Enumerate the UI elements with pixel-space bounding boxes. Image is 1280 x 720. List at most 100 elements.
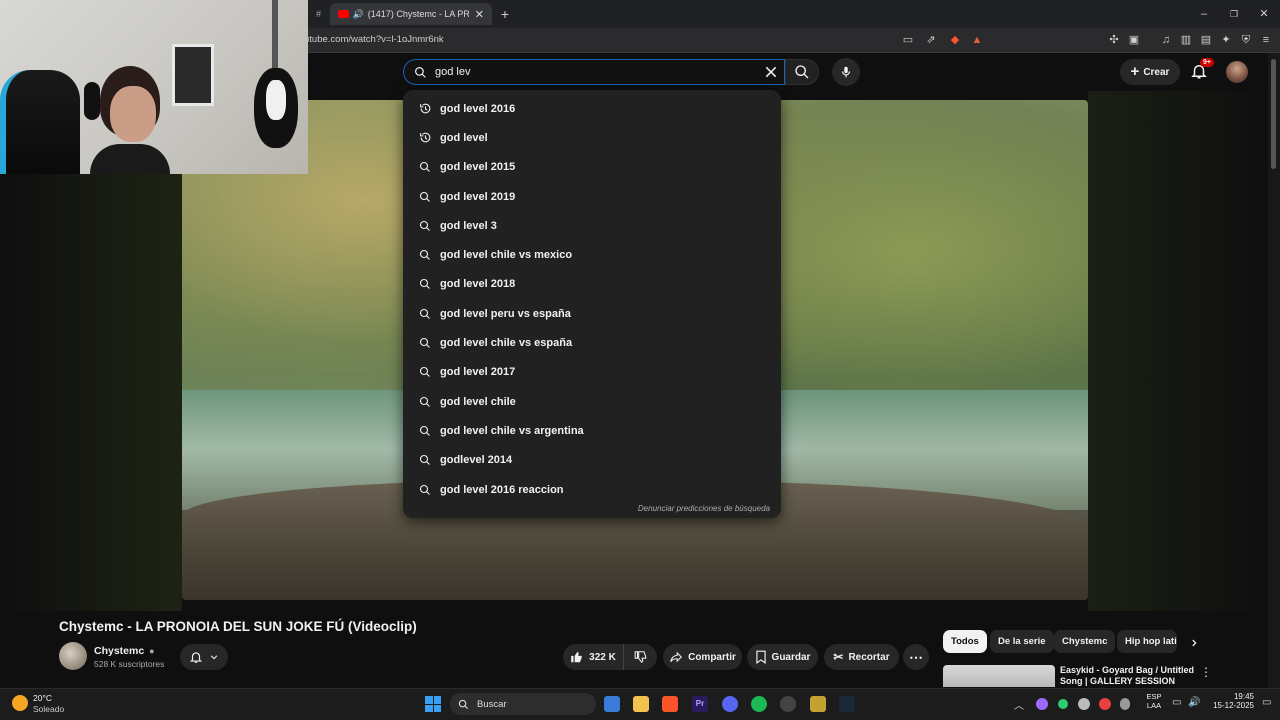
notification-center-icon[interactable]: ▭	[1262, 697, 1271, 708]
search-input[interactable]	[435, 66, 755, 78]
weather-widget[interactable]: 20°C Soleado	[12, 692, 72, 716]
brave-shields-icon[interactable]: ◆	[949, 34, 961, 46]
bookmark-icon	[755, 650, 767, 664]
language-indicator[interactable]: ESP LAA	[1142, 692, 1166, 710]
search-icon	[418, 190, 432, 204]
clock[interactable]: 19:45 15-12-2025	[1206, 692, 1254, 710]
chip-hiphop[interactable]: Hip hop lati	[1117, 630, 1177, 653]
volume-icon[interactable]: 🔊	[1188, 697, 1200, 708]
tray-status-icon[interactable]	[1058, 699, 1068, 709]
suggestion-item[interactable]: god level 2016 reaccion	[403, 475, 781, 504]
verified-icon: ●	[149, 646, 155, 656]
premiere-pro-icon[interactable]: Pr	[692, 696, 708, 712]
history-icon	[418, 102, 432, 116]
suggestion-item[interactable]: god level chile vs mexico	[403, 240, 781, 269]
like-button[interactable]: 322 K	[563, 644, 623, 670]
recommendation-menu-icon[interactable]: ⋮	[1200, 665, 1212, 679]
discord-icon[interactable]	[722, 696, 738, 712]
tray-app-icon[interactable]	[1036, 698, 1048, 710]
clip-button[interactable]: ✂ Recortar	[824, 644, 899, 670]
more-actions-button[interactable]: ⋯	[903, 644, 929, 670]
window-close-icon[interactable]: ✕	[1258, 8, 1270, 20]
channel-avatar[interactable]	[59, 642, 87, 670]
chip-channel[interactable]: Chystemc	[1054, 630, 1116, 653]
tray-mic-icon[interactable]	[1120, 698, 1130, 710]
suggestion-item[interactable]: god level chile	[403, 387, 781, 416]
create-button[interactable]: + Crear	[1120, 59, 1180, 85]
sidebar-icon[interactable]: ▥	[1180, 34, 1192, 46]
subscription-bell-button[interactable]	[180, 644, 228, 670]
leo-ai-icon[interactable]: ✦	[1220, 34, 1232, 46]
suggestion-text: god level chile vs mexico	[440, 249, 573, 262]
media-icon[interactable]: ♫	[1160, 34, 1172, 46]
search-button[interactable]	[785, 59, 819, 85]
widgets-app-icon[interactable]	[604, 696, 620, 712]
file-explorer-icon[interactable]	[633, 696, 649, 712]
subscriber-count: 528 K suscriptores	[94, 659, 165, 669]
tray-chevron-up-icon[interactable]: ︿	[1014, 697, 1024, 712]
screenshot-icon[interactable]: ▣	[1128, 34, 1140, 46]
wallet-icon[interactable]: ▤	[1200, 34, 1212, 46]
page-scrollbar[interactable]	[1268, 53, 1280, 688]
account-avatar[interactable]	[1226, 61, 1248, 83]
spotify-icon[interactable]	[751, 696, 767, 712]
search-box[interactable]	[403, 59, 785, 85]
new-tab-icon[interactable]: +	[499, 7, 511, 21]
channel-name[interactable]: Chystemc ●	[94, 645, 155, 657]
share-page-icon[interactable]: ⇗	[925, 34, 937, 46]
save-button[interactable]: Guardar	[747, 644, 818, 670]
url-field[interactable]: utube.com/watch?v=l-1oJnmr6nk	[304, 34, 444, 45]
suggestion-item[interactable]: god level peru vs españa	[403, 299, 781, 328]
obs-icon[interactable]	[780, 696, 796, 712]
search-icon	[418, 365, 432, 379]
menu-icon[interactable]: ≡	[1260, 34, 1272, 46]
cast-icon[interactable]: ▭	[902, 34, 914, 46]
browser-tab-active[interactable]: 🔊 (1417) Chystemc - LA PRONO ✕	[330, 3, 492, 25]
suggestion-item[interactable]: god level 2019	[403, 182, 781, 211]
game-app-icon[interactable]	[810, 696, 826, 712]
search-icon	[418, 219, 432, 233]
suggestion-item[interactable]: god level 2016	[403, 94, 781, 123]
suggestion-item[interactable]: god level 2015	[403, 153, 781, 182]
brave-browser-icon[interactable]	[662, 696, 678, 712]
extensions-icon[interactable]: ✣	[1108, 34, 1120, 46]
tray-notify-icon[interactable]	[1099, 698, 1111, 710]
webcam-overlay	[0, 0, 308, 174]
scrollbar-thumb[interactable]	[1271, 59, 1276, 169]
share-button[interactable]: Compartir	[663, 644, 742, 670]
brave-rewards-icon[interactable]: ▲	[971, 34, 983, 46]
voice-search-button[interactable]	[832, 58, 860, 86]
suggestion-item[interactable]: god level 2018	[403, 270, 781, 299]
tab-close-icon[interactable]: ✕	[475, 8, 484, 21]
chips-next-button[interactable]	[1184, 633, 1204, 653]
search-icon	[418, 248, 432, 262]
browser-tab-partial[interactable]: #	[308, 3, 330, 25]
suggestion-item[interactable]: god level 3	[403, 211, 781, 240]
recommendation-thumbnail[interactable]	[943, 665, 1055, 687]
report-predictions-link[interactable]: Denunciar predicciones de búsqueda	[638, 504, 770, 513]
search-icon	[418, 424, 432, 438]
suggestion-item[interactable]: god level 2017	[403, 358, 781, 387]
network-icon[interactable]: ▭	[1172, 697, 1181, 708]
search-icon	[418, 395, 432, 409]
chip-series[interactable]: De la serie	[990, 630, 1054, 653]
notifications-button[interactable]: 9+	[1190, 58, 1214, 82]
restore-icon[interactable]: ❐	[1228, 8, 1240, 20]
suggestion-item[interactable]: god level chile vs argentina	[403, 416, 781, 445]
start-button[interactable]	[425, 696, 441, 712]
suggestion-text: god level 3	[440, 219, 497, 232]
language-label: ESP	[1146, 692, 1162, 701]
vpn-icon[interactable]: ⛨	[1240, 34, 1252, 46]
dislike-button[interactable]	[623, 644, 657, 670]
suggestion-item[interactable]: godlevel 2014	[403, 446, 781, 475]
suggestion-item[interactable]: god level chile vs españa	[403, 328, 781, 357]
clear-search-icon[interactable]	[763, 64, 779, 80]
tray-steam-icon[interactable]	[1078, 698, 1090, 710]
taskbar-search[interactable]: Buscar	[450, 693, 596, 715]
chip-todos[interactable]: Todos	[943, 630, 987, 653]
minimize-icon[interactable]: –	[1198, 8, 1210, 20]
recommendation-title[interactable]: Easykid - Goyard Bag / Untitled Song | G…	[1060, 665, 1200, 687]
steam-icon[interactable]	[839, 696, 855, 712]
youtube-favicon-icon	[338, 10, 349, 18]
suggestion-item[interactable]: god level	[403, 123, 781, 152]
